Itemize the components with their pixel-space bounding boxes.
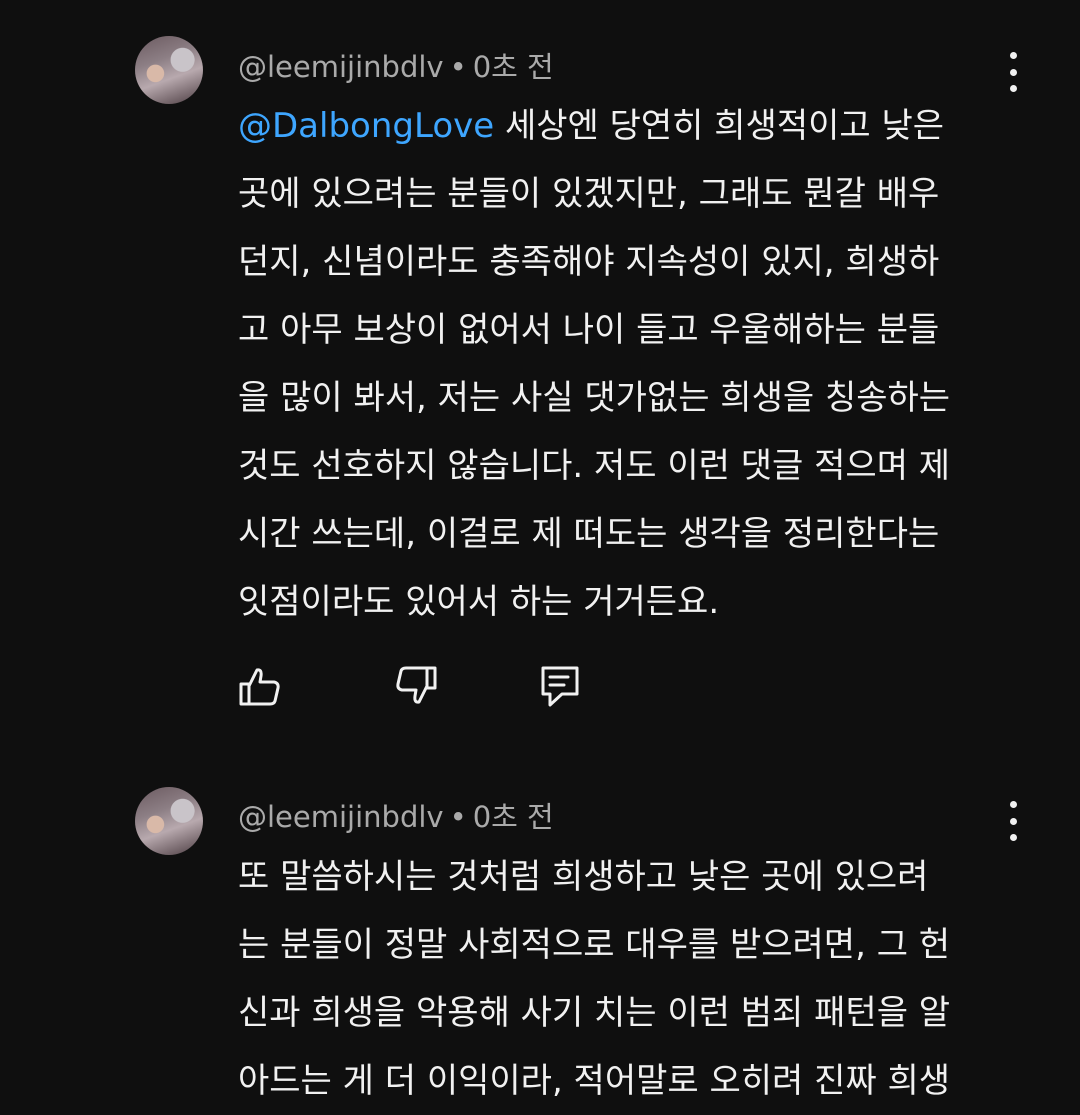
avatar[interactable] [135,36,203,104]
more-options-icon[interactable] [1000,52,1026,92]
comment-line: 아드는 게 더 이익이라, 적어말로 오히려 진짜 희생 [238,1061,951,1101]
comment-line: 시간 쓰는데, 이걸로 제 떠도는 생각을 정리한다는 [238,514,940,554]
comment-line: 곳에 있으려는 분들이 있겠지만, 그래도 뭔갈 배우 [238,174,940,214]
comment-text: 또 말씀하시는 것처럼 희생하고 낮은 곳에 있으려 는 분들이 정말 사회적으… [238,843,1018,1115]
comment-text: @DalbongLove 세상엔 당연히 희생적이고 낮은 곳에 있으려는 분들… [238,92,1018,636]
reply-button[interactable] [538,664,582,708]
comment-line: @DalbongLove 세상엔 당연히 희생적이고 낮은 [238,106,945,146]
comment-line: 신과 희생을 악용해 사기 치는 이런 범죄 패턴을 알 [238,993,951,1033]
comment-actions [238,664,638,708]
comment-line: 고 아무 보상이 없어서 나이 들고 우울해하는 분들 [238,310,940,350]
meta-separator: • [449,800,467,834]
comment-line: 잇점이라도 있어서 하는 거거든요. [238,582,720,622]
dislike-icon [396,666,437,704]
comment-line: 것도 선호하지 않습니다. 저도 이런 댓글 적으며 제 [238,446,951,486]
comment-line: 또 말씀하시는 것처럼 희생하고 낮은 곳에 있으려 [238,857,929,897]
comment-line: 을 많이 봐서, 저는 사실 댓가없는 희생을 칭송하는 [238,378,951,418]
timestamp: 0초 전 [472,800,554,834]
comment-line: 는 분들이 정말 사회적으로 대우를 받으려면, 그 헌 [238,925,951,965]
more-options-icon[interactable] [1000,801,1026,841]
meta-separator: • [449,50,467,84]
like-button[interactable] [238,664,282,708]
comment-line: 던지, 신념이라도 충족해야 지속성이 있지, 희생하 [238,242,940,282]
comment-meta: @leemijinbdlv • 0초 전 [238,44,554,86]
mention-link[interactable]: @DalbongLove [238,106,494,146]
like-icon [239,668,280,706]
author-name[interactable]: @leemijinbdlv [238,50,444,84]
timestamp: 0초 전 [472,50,554,84]
dislike-button[interactable] [394,664,438,708]
author-name[interactable]: @leemijinbdlv [238,800,444,834]
reply-icon [541,666,579,707]
avatar[interactable] [135,787,203,855]
comment-meta: @leemijinbdlv • 0초 전 [238,794,554,836]
